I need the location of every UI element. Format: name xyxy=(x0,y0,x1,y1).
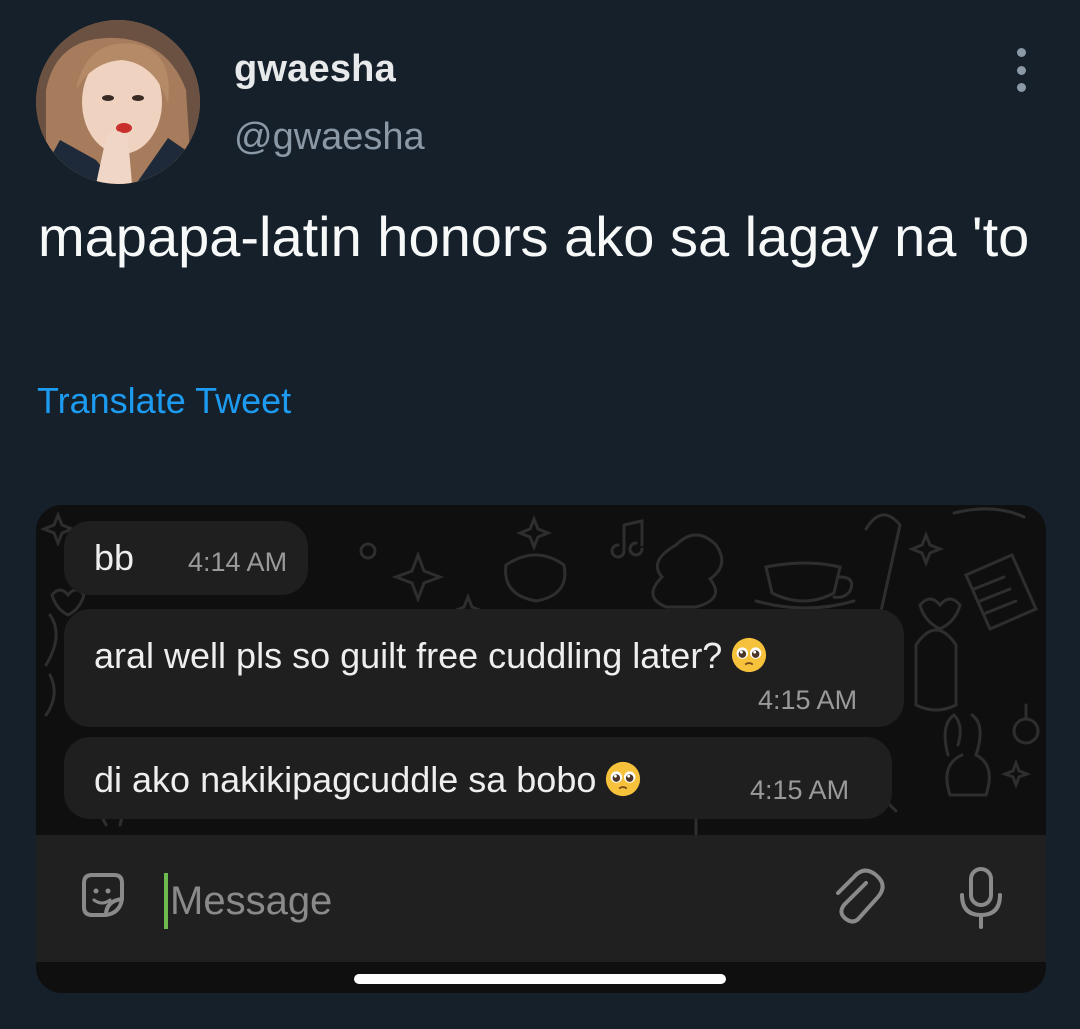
home-bar-area xyxy=(36,962,1046,993)
chat-message[interactable]: aral well pls so guilt free cuddling lat… xyxy=(64,609,904,727)
avatar[interactable] xyxy=(36,20,200,184)
pleading-face-icon xyxy=(604,760,642,798)
tweet: gwaesha @gwaesha mapapa-latin honors ako… xyxy=(0,0,1080,1029)
display-name[interactable]: gwaesha xyxy=(234,48,396,91)
text-cursor xyxy=(164,873,168,929)
microphone-icon[interactable] xyxy=(954,865,1008,931)
home-indicator xyxy=(354,974,726,984)
chat-message[interactable]: di ako nakikipagcuddle sa bobo 4:15 AM xyxy=(64,737,892,819)
message-time: 4:15 AM xyxy=(750,775,850,805)
message-composer: Message xyxy=(36,835,1046,962)
user-handle[interactable]: @gwaesha xyxy=(234,116,425,159)
pleading-face-icon xyxy=(730,636,768,674)
message-text: di ako nakikipagcuddle sa bobo xyxy=(94,759,642,801)
chat-message[interactable]: bb 4:14 AM xyxy=(64,521,308,595)
tweet-text: mapapa-latin honors ako sa lagay na 'to xyxy=(38,205,1030,268)
translate-tweet-link[interactable]: Translate Tweet xyxy=(37,380,291,422)
message-time: 4:14 AM xyxy=(188,547,288,577)
message-input[interactable]: Message xyxy=(170,879,332,924)
more-options-icon[interactable] xyxy=(1005,48,1037,92)
attach-icon[interactable] xyxy=(826,867,888,929)
sticker-icon[interactable] xyxy=(76,869,130,923)
tweet-media[interactable]: bb 4:14 AM aral well pls so guilt free c… xyxy=(36,505,1046,993)
message-text: aral well pls so guilt free cuddling lat… xyxy=(94,635,768,677)
message-time: 4:15 AM xyxy=(758,685,858,715)
message-text: bb xyxy=(94,537,135,578)
